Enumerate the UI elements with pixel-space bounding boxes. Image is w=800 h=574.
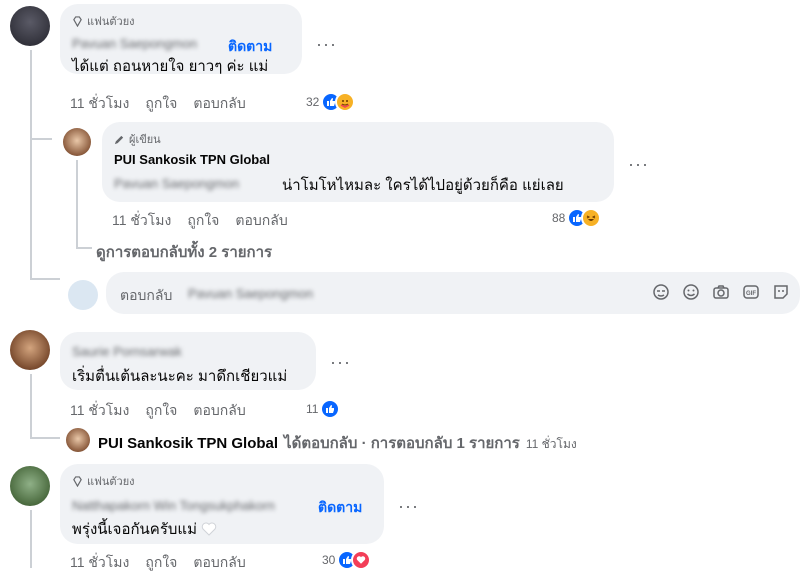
thread-line (30, 50, 32, 280)
svg-text:GIF: GIF (746, 291, 756, 297)
thread-line (30, 437, 60, 439)
avatar[interactable] (10, 466, 50, 506)
diamond-icon (73, 475, 82, 487)
comment-text: พรุ่งนี้เจอกันครับแม่ (72, 521, 197, 538)
more-options-icon[interactable]: ··· (628, 154, 649, 175)
like-button[interactable]: ถูกใจ (145, 93, 177, 115)
reply-actions: 11 ชั่วโมง ถูกใจ ตอบกลับ (112, 210, 304, 232)
reply-button[interactable]: ตอบกลับ (193, 552, 245, 574)
fan-badge: แฟนตัวยง (72, 472, 135, 490)
like-button[interactable]: ถูกใจ (145, 552, 177, 574)
reply-input-mention: Pavuan Saepongmon (188, 286, 314, 301)
like-reaction-icon (320, 399, 341, 419)
emoji-face-icon[interactable] (772, 283, 790, 301)
reply-button[interactable]: ตอบกลับ (193, 93, 245, 115)
timestamp[interactable]: 11 ชั่วโมง (70, 400, 129, 422)
comment-text-row: พรุ่งนี้เจอกันครับแม่ (72, 517, 217, 541)
reply-summary: ได้ตอบกลับ · การตอบกลับ 1 รายการ (284, 435, 520, 452)
timestamp[interactable]: 11 ชั่วโมง (70, 93, 129, 115)
thread-line (30, 138, 52, 140)
gif-icon[interactable]: GIF (742, 283, 760, 301)
thread-line (30, 374, 32, 438)
timestamp: 11 ชั่วโมง (525, 437, 577, 451)
my-avatar (68, 280, 98, 310)
commenter-name[interactable]: Natthapakorn Win Tongsukphakorn (72, 498, 275, 513)
comment-text: ได้แต่ ถอนหายใจ ยาวๆ ค่ะ แม่ (72, 58, 269, 75)
reaction-summary[interactable]: 88 (552, 208, 602, 228)
avatar[interactable] (10, 6, 50, 46)
timestamp[interactable]: 11 ชั่วโมง (70, 552, 129, 574)
more-options-icon[interactable]: ··· (330, 352, 351, 373)
comment-text: เริ่มตื่นเต้นละนะคะ มาดึกเชียวแม่ (72, 368, 288, 385)
author-avatar[interactable] (63, 128, 91, 156)
sticker-icon[interactable] (652, 283, 670, 301)
timestamp[interactable]: 11 ชั่วโมง (112, 210, 171, 232)
camera-icon[interactable] (712, 283, 730, 301)
reply-text: น่าโมโหไหมละ ใครได้ไปอยู่ด้วยก็คือ แย่เล… (282, 177, 564, 194)
smile-icon[interactable] (682, 283, 700, 301)
mentioned-name[interactable]: Pavuan Saepongmon (114, 176, 239, 191)
collapsed-reply-link[interactable]: PUI Sankosik TPN Global ได้ตอบกลับ · การ… (98, 431, 577, 455)
thread-line (76, 160, 78, 248)
reply-button[interactable]: ตอบกลับ (193, 400, 245, 422)
comment-actions: 11 ชั่วโมง ถูกใจ ตอบกลับ (70, 93, 262, 115)
input-toolbar: GIF (652, 283, 790, 301)
thread-line (30, 278, 60, 280)
like-button[interactable]: ถูกใจ (187, 210, 219, 232)
author-badge: ผู้เขียน (114, 130, 161, 148)
comment-actions: 11 ชั่วโมง ถูกใจ ตอบกลับ (70, 400, 262, 422)
more-options-icon[interactable]: ··· (398, 496, 419, 517)
love-reaction-icon (351, 550, 372, 570)
haha-reaction-icon (581, 208, 602, 228)
reaction-summary[interactable]: 30 (322, 550, 372, 570)
view-all-replies-link[interactable]: ดูการตอบกลับทั้ง 2 รายการ (96, 240, 272, 264)
reply-button[interactable]: ตอบกลับ (235, 210, 287, 232)
author-name: PUI Sankosik TPN Global (98, 435, 279, 452)
more-options-icon[interactable]: ··· (316, 34, 337, 55)
comment-actions: 11 ชั่วโมง ถูกใจ ตอบกลับ (70, 552, 262, 574)
diamond-icon (73, 15, 82, 27)
reply-bubble: ผู้เขียน PUI Sankosik TPN Global Pavuan … (102, 122, 614, 202)
white-heart-icon (201, 522, 217, 536)
author-name[interactable]: PUI Sankosik TPN Global (114, 152, 270, 167)
thread-line (76, 247, 92, 249)
pencil-icon (114, 135, 124, 144)
commenter-name[interactable]: Saurie Pornsarwak (72, 344, 182, 359)
fan-badge: แฟนตัวยง (72, 12, 135, 30)
thread-line (30, 510, 32, 568)
follow-button[interactable]: ติดตาม (318, 497, 362, 519)
comment-bubble: แฟนตัวยง Pavuan Saepongmon ติดตาม ได้แต่… (60, 4, 302, 75)
comment-bubble: Saurie Pornsarwak เริ่มตื่นเต้นละนะคะ มา… (60, 332, 316, 390)
reply-input-prefix: ตอบกลับ (120, 287, 173, 303)
author-avatar[interactable] (66, 428, 90, 452)
comment-bubble: แฟนตัวยง Natthapakorn Win Tongsukphakorn… (60, 464, 384, 544)
reaction-summary[interactable]: 32 (306, 92, 356, 112)
care-reaction-icon (335, 92, 356, 112)
reaction-summary[interactable]: 11 (306, 399, 341, 419)
commenter-name[interactable]: Pavuan Saepongmon (72, 36, 197, 51)
like-button[interactable]: ถูกใจ (145, 400, 177, 422)
avatar[interactable] (10, 330, 50, 370)
reply-input[interactable]: ตอบกลับ Pavuan Saepongmon GIF (106, 272, 800, 314)
